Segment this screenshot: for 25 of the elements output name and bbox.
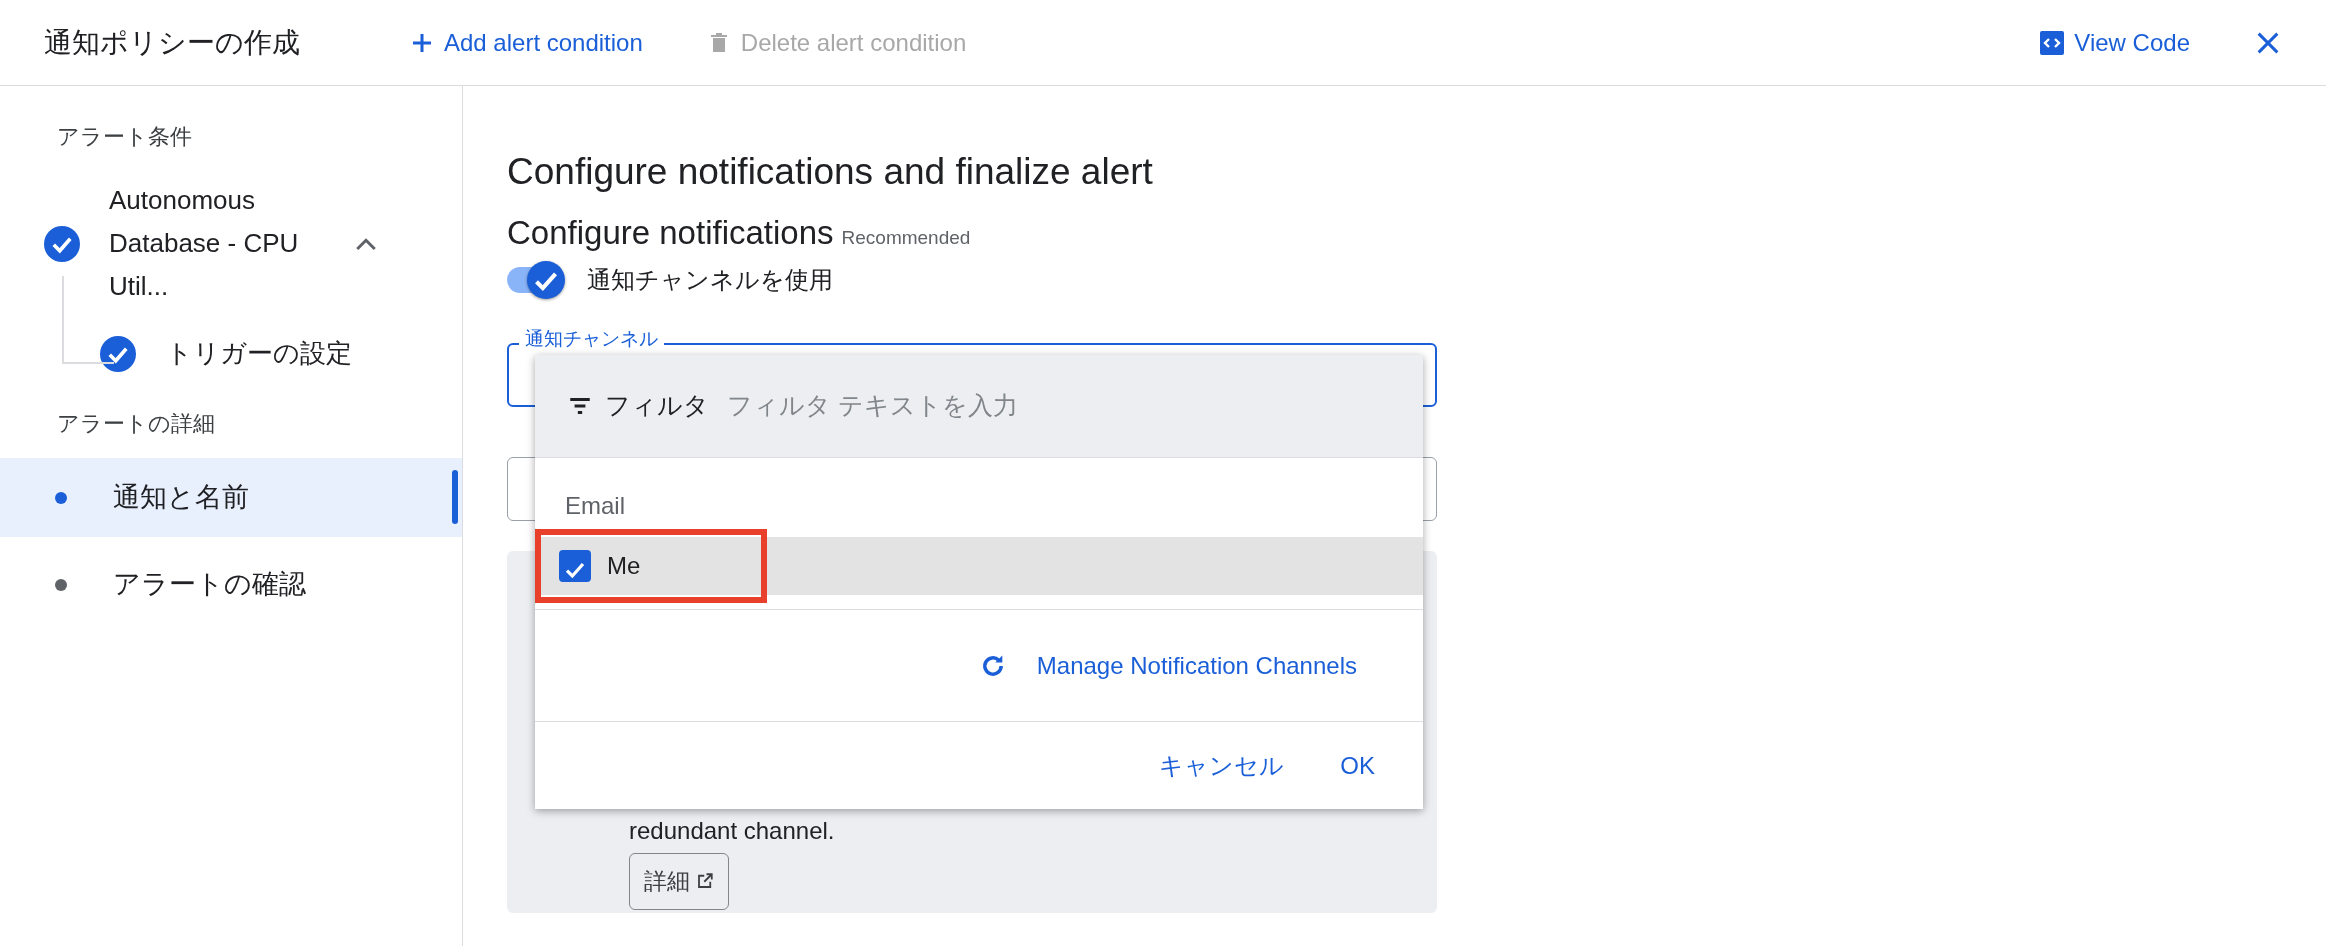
sidebar-step[interactable]: Autonomous Database - CPU Util...: [0, 179, 462, 308]
checkbox[interactable]: [559, 550, 591, 582]
sidebar-item[interactable]: 通知と名前: [0, 458, 462, 537]
page-title: 通知ポリシーの作成: [44, 25, 300, 60]
section-heading: Configure notifications: [507, 212, 834, 253]
add-condition-button[interactable]: Add alert condition: [410, 24, 643, 61]
section-heading: アラートの詳細: [56, 410, 216, 438]
learn-more-button[interactable]: 詳細: [629, 853, 729, 910]
filter-label: フィルタ: [605, 390, 709, 422]
toggle-label: 通知チャンネルを使用: [587, 265, 833, 295]
external-link-icon: [696, 872, 714, 891]
view-code-button[interactable]: View Code: [2034, 23, 2196, 62]
recommended-label: Recommended: [841, 225, 971, 250]
page-heading: Configure notifications and finalize alert: [507, 150, 1154, 194]
manage-channels-link[interactable]: Manage Notification Channels: [1036, 647, 1357, 684]
cancel-button[interactable]: キャンセル: [1159, 747, 1285, 784]
ok-button[interactable]: OK: [1340, 747, 1375, 784]
section-heading: アラート条件: [56, 123, 193, 151]
sidebar-step[interactable]: トリガーの設定: [62, 334, 462, 373]
channel-option[interactable]: Me: [541, 537, 761, 595]
info-text: redundant channel.: [629, 816, 836, 846]
group-label: Email: [564, 491, 626, 521]
code-icon: [2040, 30, 2065, 55]
sidebar-item[interactable]: アラートの確認: [0, 545, 462, 624]
filter-input[interactable]: フィルタ テキストを入力: [725, 386, 1225, 426]
